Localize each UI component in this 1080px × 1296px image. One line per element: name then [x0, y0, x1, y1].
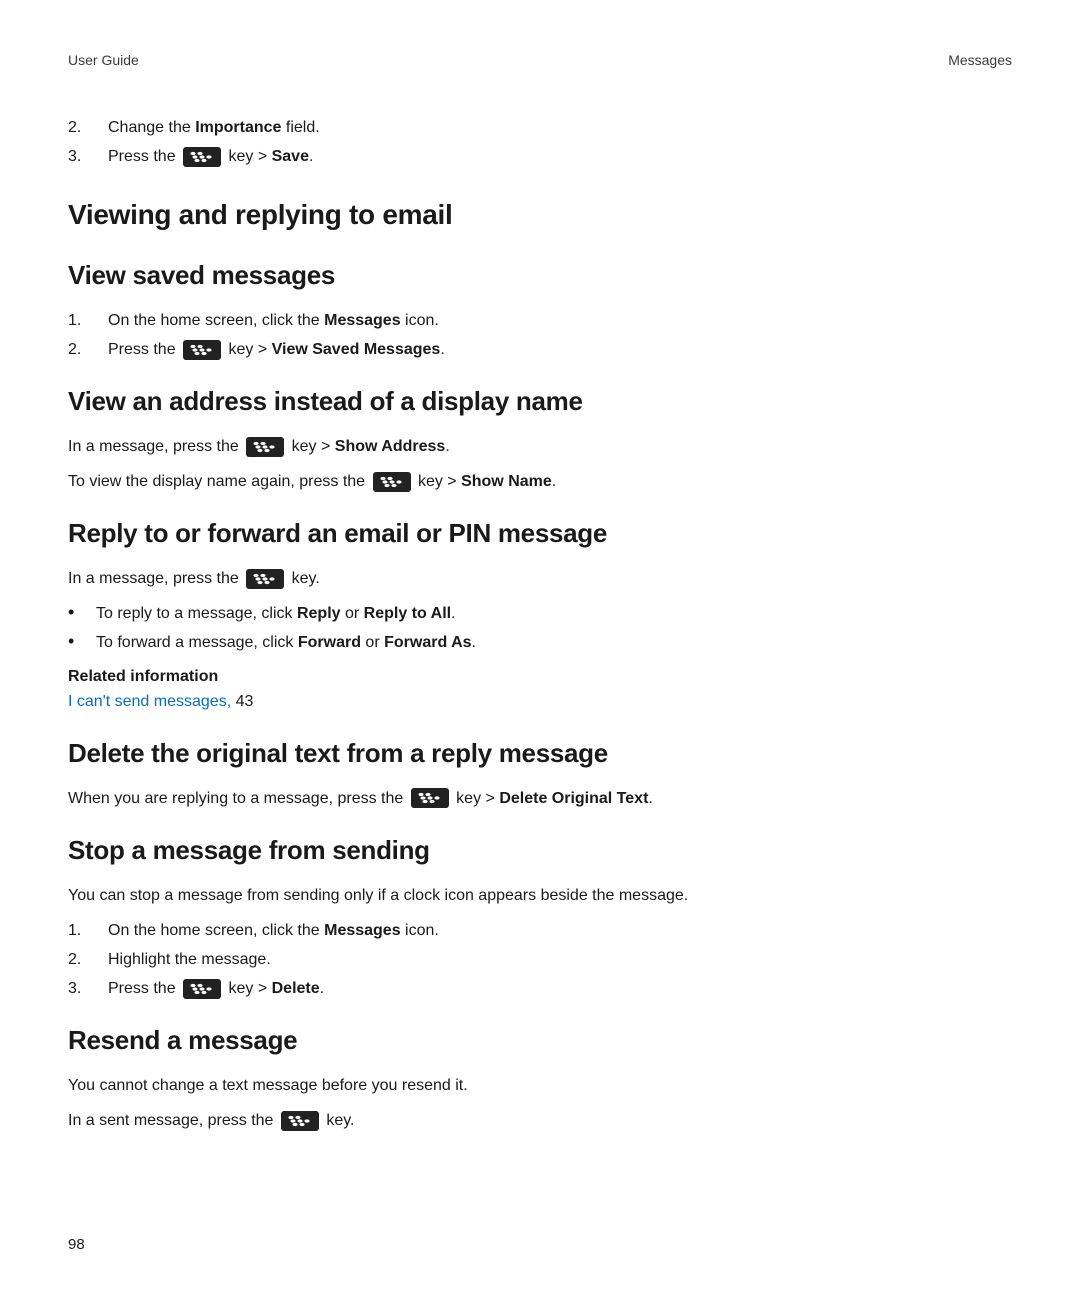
body-text: When you are replying to a message, pres… [68, 787, 1012, 810]
body-text: In a message, press the key > Show Addre… [68, 435, 1012, 458]
bullet-icon [68, 631, 96, 654]
blackberry-menu-key-icon [246, 437, 284, 457]
step-number: 2. [68, 116, 108, 139]
step-number: 1. [68, 309, 108, 332]
blackberry-menu-key-icon [183, 147, 221, 167]
step-number: 1. [68, 919, 108, 942]
subsection-heading: View saved messages [68, 257, 1012, 295]
step-text: Highlight the message. [108, 948, 271, 971]
section-heading: Viewing and replying to email [68, 195, 1012, 236]
step-text: Press the key > View Saved Messages. [108, 338, 445, 361]
subsection-heading: Resend a message [68, 1022, 1012, 1060]
subsection-heading: Stop a message from sending [68, 832, 1012, 870]
list-item: To reply to a message, click Reply or Re… [68, 602, 1012, 625]
blackberry-menu-key-icon [183, 340, 221, 360]
header-left: User Guide [68, 50, 139, 70]
list-item: 1. On the home screen, click the Message… [68, 919, 1012, 942]
body-text: You can stop a message from sending only… [68, 884, 1012, 907]
blackberry-menu-key-icon [411, 788, 449, 808]
body-text: In a sent message, press the key. [68, 1109, 1012, 1132]
step-text: On the home screen, click the Messages i… [108, 919, 439, 942]
list-item: 3. Press the key > Save. [68, 145, 1012, 168]
header-right: Messages [948, 50, 1012, 70]
step-number: 3. [68, 145, 108, 168]
step-number: 2. [68, 338, 108, 361]
step-text: Press the key > Delete. [108, 977, 324, 1000]
step-number: 3. [68, 977, 108, 1000]
view-saved-step-list: 1. On the home screen, click the Message… [68, 309, 1012, 361]
related-information: Related information I can't send message… [68, 665, 1012, 713]
intro-step-list: 2. Change the Importance field. 3. Press… [68, 116, 1012, 168]
blackberry-menu-key-icon [183, 979, 221, 999]
subsection-heading: Delete the original text from a reply me… [68, 735, 1012, 773]
related-title: Related information [68, 665, 1012, 688]
bullet-text: To reply to a message, click Reply or Re… [96, 602, 456, 625]
step-text: On the home screen, click the Messages i… [108, 309, 439, 332]
list-item: 1. On the home screen, click the Message… [68, 309, 1012, 332]
bullet-icon [68, 602, 96, 625]
subsection-heading: View an address instead of a display nam… [68, 383, 1012, 421]
list-item: To forward a message, click Forward or F… [68, 631, 1012, 654]
step-text: Change the Importance field. [108, 116, 320, 139]
body-text: You cannot change a text message before … [68, 1074, 1012, 1097]
reply-forward-bullets: To reply to a message, click Reply or Re… [68, 602, 1012, 654]
subsection-heading: Reply to or forward an email or PIN mess… [68, 515, 1012, 553]
related-page-ref: 43 [231, 693, 253, 710]
related-link[interactable]: I can't send messages, [68, 693, 231, 710]
blackberry-menu-key-icon [373, 472, 411, 492]
page-header: User Guide Messages [68, 50, 1012, 70]
body-text: In a message, press the key. [68, 567, 1012, 590]
step-text: Press the key > Save. [108, 145, 313, 168]
body-text: To view the display name again, press th… [68, 470, 1012, 493]
blackberry-menu-key-icon [281, 1111, 319, 1131]
list-item: 2. Change the Importance field. [68, 116, 1012, 139]
blackberry-menu-key-icon [246, 569, 284, 589]
list-item: 2. Highlight the message. [68, 948, 1012, 971]
list-item: 2. Press the key > View Saved Messages. [68, 338, 1012, 361]
bullet-text: To forward a message, click Forward or F… [96, 631, 476, 654]
stop-sending-step-list: 1. On the home screen, click the Message… [68, 919, 1012, 1001]
page-number: 98 [68, 1234, 85, 1256]
list-item: 3. Press the key > Delete. [68, 977, 1012, 1000]
step-number: 2. [68, 948, 108, 971]
